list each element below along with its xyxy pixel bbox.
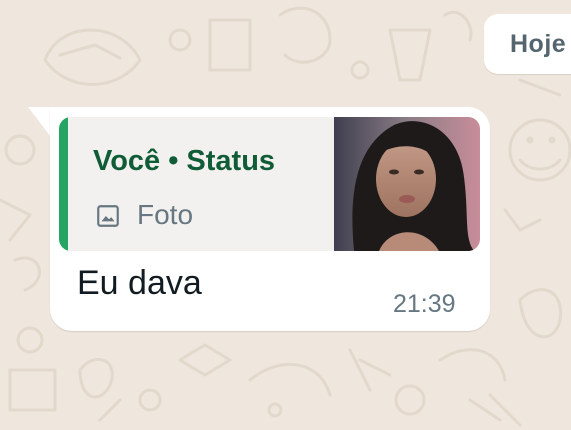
quote-author: Você • Status: [93, 145, 276, 177]
status-photo-thumbnail[interactable]: [334, 117, 480, 251]
message-bubble[interactable]: Você • Status Foto Eu dava 21:39: [50, 107, 490, 331]
date-chip-label: Hoje: [510, 30, 567, 58]
date-chip: Hoje: [484, 14, 571, 74]
message-timestamp: 21:39: [393, 290, 456, 318]
photo-icon: [97, 205, 119, 227]
quote-type-label: Foto: [137, 199, 194, 230]
message-text: Eu dava: [77, 264, 202, 302]
quoted-status-reply[interactable]: Você • Status Foto: [59, 117, 480, 251]
quote-accent-bar: [59, 117, 68, 251]
